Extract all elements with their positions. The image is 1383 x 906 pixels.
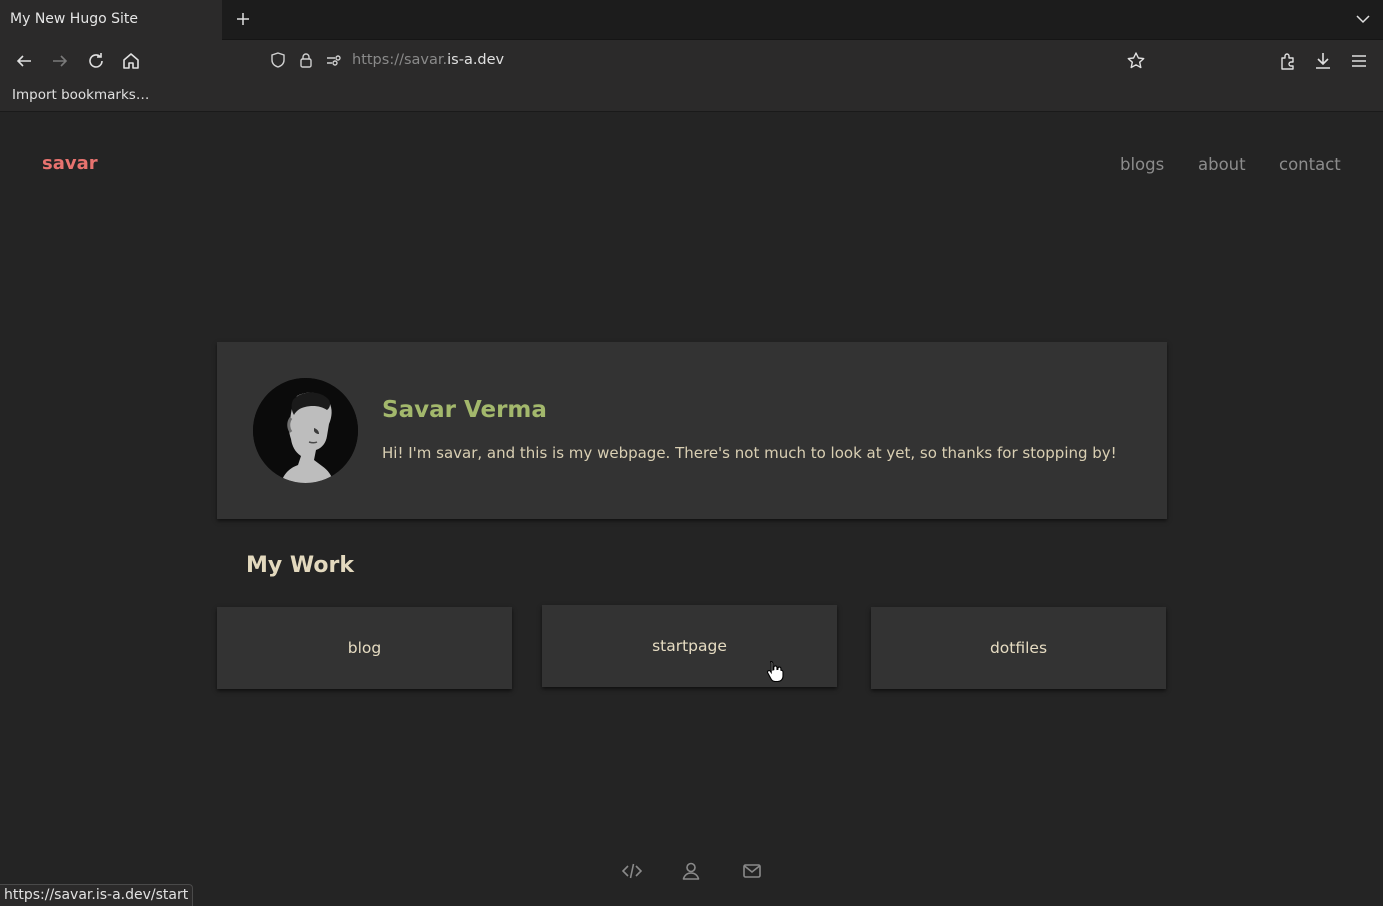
home-icon[interactable] (119, 49, 143, 73)
active-tab[interactable]: My New Hugo Site (0, 0, 222, 40)
star-icon[interactable] (1124, 49, 1148, 73)
site-logo[interactable]: savar (42, 153, 98, 174)
permissions-icon[interactable] (325, 51, 343, 69)
profile-bio: Hi! I'm savar, and this is my webpage. T… (382, 444, 1117, 462)
menu-icon[interactable] (1347, 49, 1371, 73)
shield-icon[interactable] (269, 51, 287, 69)
forward-icon[interactable] (48, 49, 72, 73)
tab-list-icon[interactable] (1352, 8, 1374, 30)
work-card-label: startpage (652, 637, 727, 655)
work-card-dotfiles[interactable]: dotfiles (871, 607, 1166, 689)
url-host: is-a.dev (447, 52, 505, 68)
status-bar-url: https://savar.is-a.dev/start (0, 884, 194, 906)
nav-link-about[interactable]: about (1198, 155, 1246, 174)
my-work-heading: My Work (246, 553, 354, 578)
nav-link-contact[interactable]: contact (1279, 155, 1341, 174)
url-prefix: https://savar. (352, 52, 448, 68)
profile-card: Savar Verma Hi! I'm savar, and this is m… (217, 342, 1167, 519)
tab-bar: My New Hugo Site (0, 0, 1383, 40)
work-card-blog[interactable]: blog (217, 607, 512, 689)
avatar (253, 378, 358, 483)
url-bar[interactable]: https://savar.is-a.dev (352, 52, 504, 68)
profile-name: Savar Verma (382, 397, 547, 423)
tab-title: My New Hugo Site (10, 11, 138, 27)
new-tab-icon[interactable] (232, 8, 254, 30)
mail-icon[interactable] (741, 860, 763, 882)
work-card-label: dotfiles (989, 639, 1048, 657)
avatar-portrait (253, 378, 358, 483)
hand-cursor-icon (766, 660, 784, 682)
nav-link-blogs[interactable]: blogs (1120, 155, 1164, 174)
work-card-label: blog (347, 639, 382, 657)
reload-icon[interactable] (84, 49, 108, 73)
download-icon[interactable] (1311, 49, 1335, 73)
bookmarks-toolbar: Import bookmarks… (0, 82, 1383, 112)
extensions-icon[interactable] (1276, 49, 1300, 73)
back-icon[interactable] (12, 49, 36, 73)
lock-icon[interactable] (297, 51, 315, 69)
import-bookmarks-link[interactable]: Import bookmarks… (12, 87, 149, 103)
navigation-toolbar: https://savar.is-a.dev (0, 40, 1383, 82)
work-card-startpage[interactable]: startpage (542, 605, 837, 687)
code-icon[interactable] (621, 860, 643, 882)
user-icon[interactable] (680, 860, 702, 882)
